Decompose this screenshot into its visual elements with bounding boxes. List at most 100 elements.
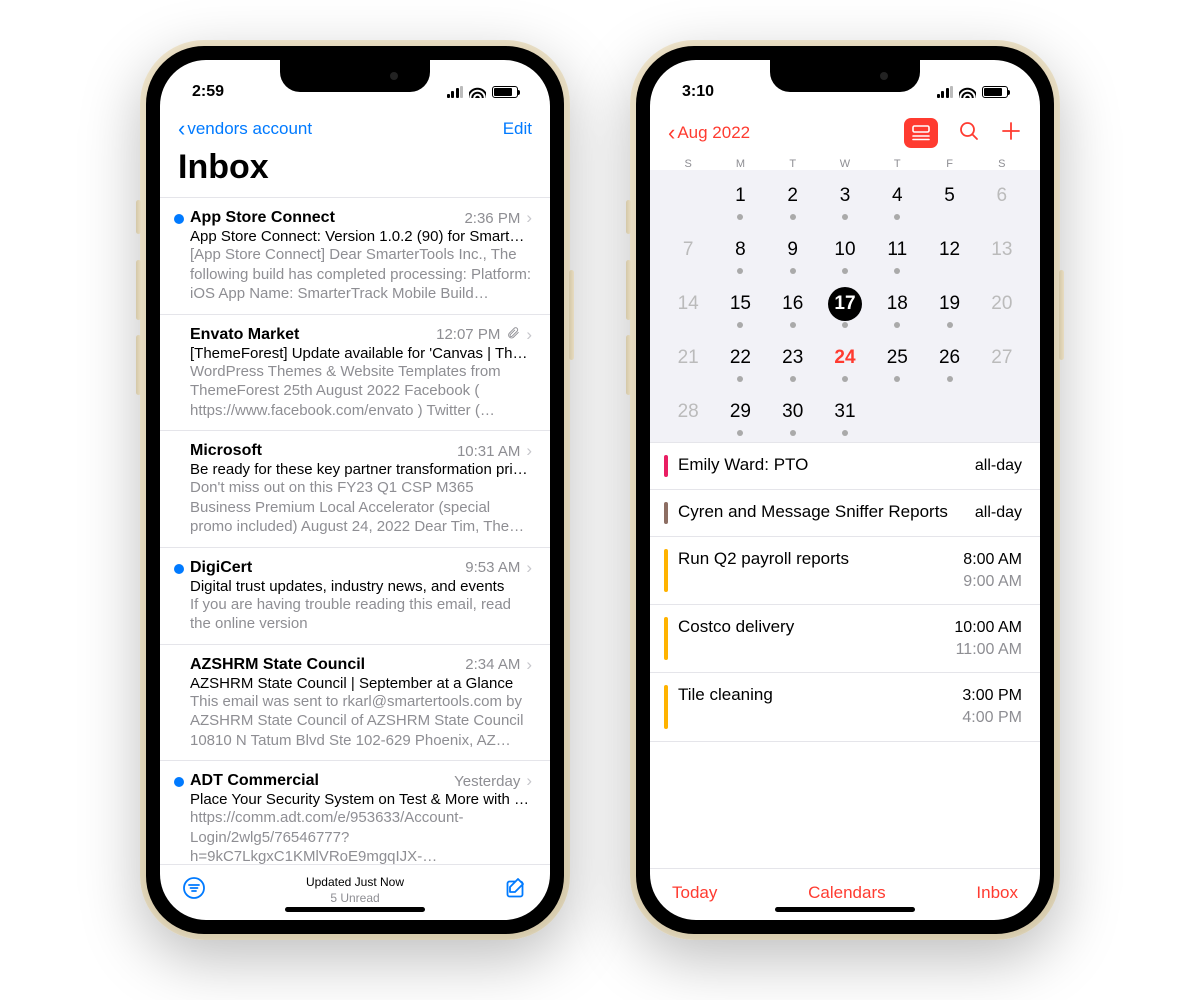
event-item[interactable]: Cyren and Message Sniffer Reports all-da… bbox=[650, 490, 1040, 537]
day-cell[interactable]: 4 bbox=[871, 174, 923, 218]
day-cell[interactable]: 6 bbox=[976, 174, 1028, 218]
mail-sender: ADT Commercial bbox=[190, 772, 319, 790]
mail-item[interactable]: App Store Connect 2:36 PM › App Store Co… bbox=[160, 198, 550, 315]
day-cell[interactable]: 31 bbox=[819, 390, 871, 434]
mail-item[interactable]: DigiCert 9:53 AM › Digital trust updates… bbox=[160, 548, 550, 645]
day-number: 16 bbox=[776, 287, 810, 321]
inbox-button[interactable]: Inbox bbox=[976, 883, 1018, 903]
event-title: Emily Ward: PTO bbox=[678, 455, 808, 475]
chevron-right-icon: › bbox=[526, 771, 532, 791]
day-cell[interactable]: 28 bbox=[662, 390, 714, 434]
day-cell[interactable]: 15 bbox=[714, 282, 766, 326]
day-cell[interactable]: 22 bbox=[714, 336, 766, 380]
event-item[interactable]: Costco delivery 10:00 AM11:00 AM bbox=[650, 605, 1040, 673]
calendar-nav: ‹ Aug 2022 bbox=[650, 110, 1040, 154]
day-cell[interactable]: 30 bbox=[767, 390, 819, 434]
weekday-label: F bbox=[923, 158, 975, 170]
event-item[interactable]: Run Q2 payroll reports 8:00 AM9:00 AM bbox=[650, 537, 1040, 605]
day-number: 8 bbox=[723, 233, 757, 267]
event-title: Cyren and Message Sniffer Reports bbox=[678, 502, 948, 522]
mail-subject: AZSHRM State Council | September at a Gl… bbox=[190, 675, 532, 692]
wifi-icon bbox=[469, 86, 486, 98]
volume-down-button bbox=[136, 335, 141, 395]
day-cell[interactable]: 11 bbox=[871, 228, 923, 272]
day-cell bbox=[871, 390, 923, 434]
home-indicator[interactable] bbox=[285, 907, 425, 912]
day-cell[interactable]: 20 bbox=[976, 282, 1028, 326]
day-cell[interactable]: 16 bbox=[767, 282, 819, 326]
add-button[interactable] bbox=[1000, 120, 1022, 147]
today-button[interactable]: Today bbox=[672, 883, 717, 903]
unread-indicator bbox=[168, 325, 190, 421]
day-cell[interactable]: 29 bbox=[714, 390, 766, 434]
day-cell[interactable]: 2 bbox=[767, 174, 819, 218]
day-cell[interactable]: 7 bbox=[662, 228, 714, 272]
day-cell[interactable]: 23 bbox=[767, 336, 819, 380]
power-button bbox=[1059, 270, 1064, 360]
day-cell[interactable]: 25 bbox=[871, 336, 923, 380]
event-item[interactable]: Emily Ward: PTO all-day bbox=[650, 443, 1040, 490]
weekday-label: M bbox=[714, 158, 766, 170]
calendars-button[interactable]: Calendars bbox=[808, 883, 886, 903]
day-cell[interactable]: 21 bbox=[662, 336, 714, 380]
day-cell[interactable]: 26 bbox=[923, 336, 975, 380]
day-cell[interactable]: 14 bbox=[662, 282, 714, 326]
event-end: 11:00 AM bbox=[954, 639, 1022, 661]
mail-item[interactable]: AZSHRM State Council 2:34 AM › AZSHRM St… bbox=[160, 645, 550, 762]
day-cell[interactable]: 1 bbox=[714, 174, 766, 218]
day-cell[interactable]: 3 bbox=[819, 174, 871, 218]
event-title: Run Q2 payroll reports bbox=[678, 549, 849, 569]
day-cell[interactable]: 13 bbox=[976, 228, 1028, 272]
home-indicator[interactable] bbox=[775, 907, 915, 912]
event-dot-icon bbox=[737, 430, 743, 436]
mail-item[interactable]: Microsoft 10:31 AM › Be ready for these … bbox=[160, 431, 550, 548]
event-dot-icon bbox=[790, 214, 796, 220]
day-cell[interactable]: 8 bbox=[714, 228, 766, 272]
unread-indicator bbox=[168, 558, 190, 634]
day-number: 5 bbox=[933, 179, 967, 213]
day-cell[interactable]: 19 bbox=[923, 282, 975, 326]
day-cell[interactable]: 12 bbox=[923, 228, 975, 272]
mail-item[interactable]: Envato Market 12:07 PM › [ThemeForest] U… bbox=[160, 315, 550, 432]
edit-button[interactable]: Edit bbox=[503, 119, 532, 139]
event-start: 3:00 PM bbox=[962, 685, 1022, 707]
status-line: Updated Just Now bbox=[306, 875, 404, 891]
day-cell[interactable]: 18 bbox=[871, 282, 923, 326]
day-number: 30 bbox=[776, 395, 810, 429]
event-dot-icon bbox=[737, 376, 743, 382]
mail-item[interactable]: ADT Commercial Yesterday › Place Your Se… bbox=[160, 761, 550, 864]
day-number: 26 bbox=[933, 341, 967, 375]
day-number: 10 bbox=[828, 233, 862, 267]
unread-indicator bbox=[168, 771, 190, 864]
day-cell[interactable]: 17 bbox=[819, 282, 871, 326]
calendar-toolbar: Today Calendars Inbox bbox=[650, 868, 1040, 920]
event-dot-icon bbox=[894, 268, 900, 274]
mail-sender: AZSHRM State Council bbox=[190, 656, 365, 674]
view-toggle-button[interactable] bbox=[904, 118, 938, 148]
event-dot-icon bbox=[737, 322, 743, 328]
mail-list[interactable]: App Store Connect 2:36 PM › App Store Co… bbox=[160, 197, 550, 864]
volume-down-button bbox=[626, 335, 631, 395]
day-cell bbox=[976, 390, 1028, 434]
day-number: 27 bbox=[985, 341, 1019, 375]
day-cell[interactable]: 10 bbox=[819, 228, 871, 272]
event-title: Costco delivery bbox=[678, 617, 794, 637]
event-allday: all-day bbox=[975, 455, 1022, 477]
month-back-button[interactable]: ‹ Aug 2022 bbox=[668, 122, 750, 144]
search-button[interactable] bbox=[958, 120, 980, 147]
weekday-label: S bbox=[976, 158, 1028, 170]
mail-time: 10:31 AM bbox=[457, 443, 520, 460]
chevron-right-icon: › bbox=[526, 655, 532, 675]
day-cell[interactable]: 9 bbox=[767, 228, 819, 272]
compose-button[interactable] bbox=[504, 876, 528, 905]
day-cell[interactable]: 5 bbox=[923, 174, 975, 218]
filter-button[interactable] bbox=[182, 876, 206, 905]
month-grid[interactable]: 1234567891011121314151617181920212223242… bbox=[650, 170, 1040, 443]
back-button[interactable]: ‹ vendors account bbox=[178, 118, 312, 140]
day-cell[interactable]: 27 bbox=[976, 336, 1028, 380]
chevron-left-icon: ‹ bbox=[178, 118, 185, 140]
events-list[interactable]: Emily Ward: PTO all-day Cyren and Messag… bbox=[650, 443, 1040, 868]
day-cell[interactable]: 24 bbox=[819, 336, 871, 380]
chevron-right-icon: › bbox=[526, 558, 532, 578]
event-item[interactable]: Tile cleaning 3:00 PM4:00 PM bbox=[650, 673, 1040, 741]
